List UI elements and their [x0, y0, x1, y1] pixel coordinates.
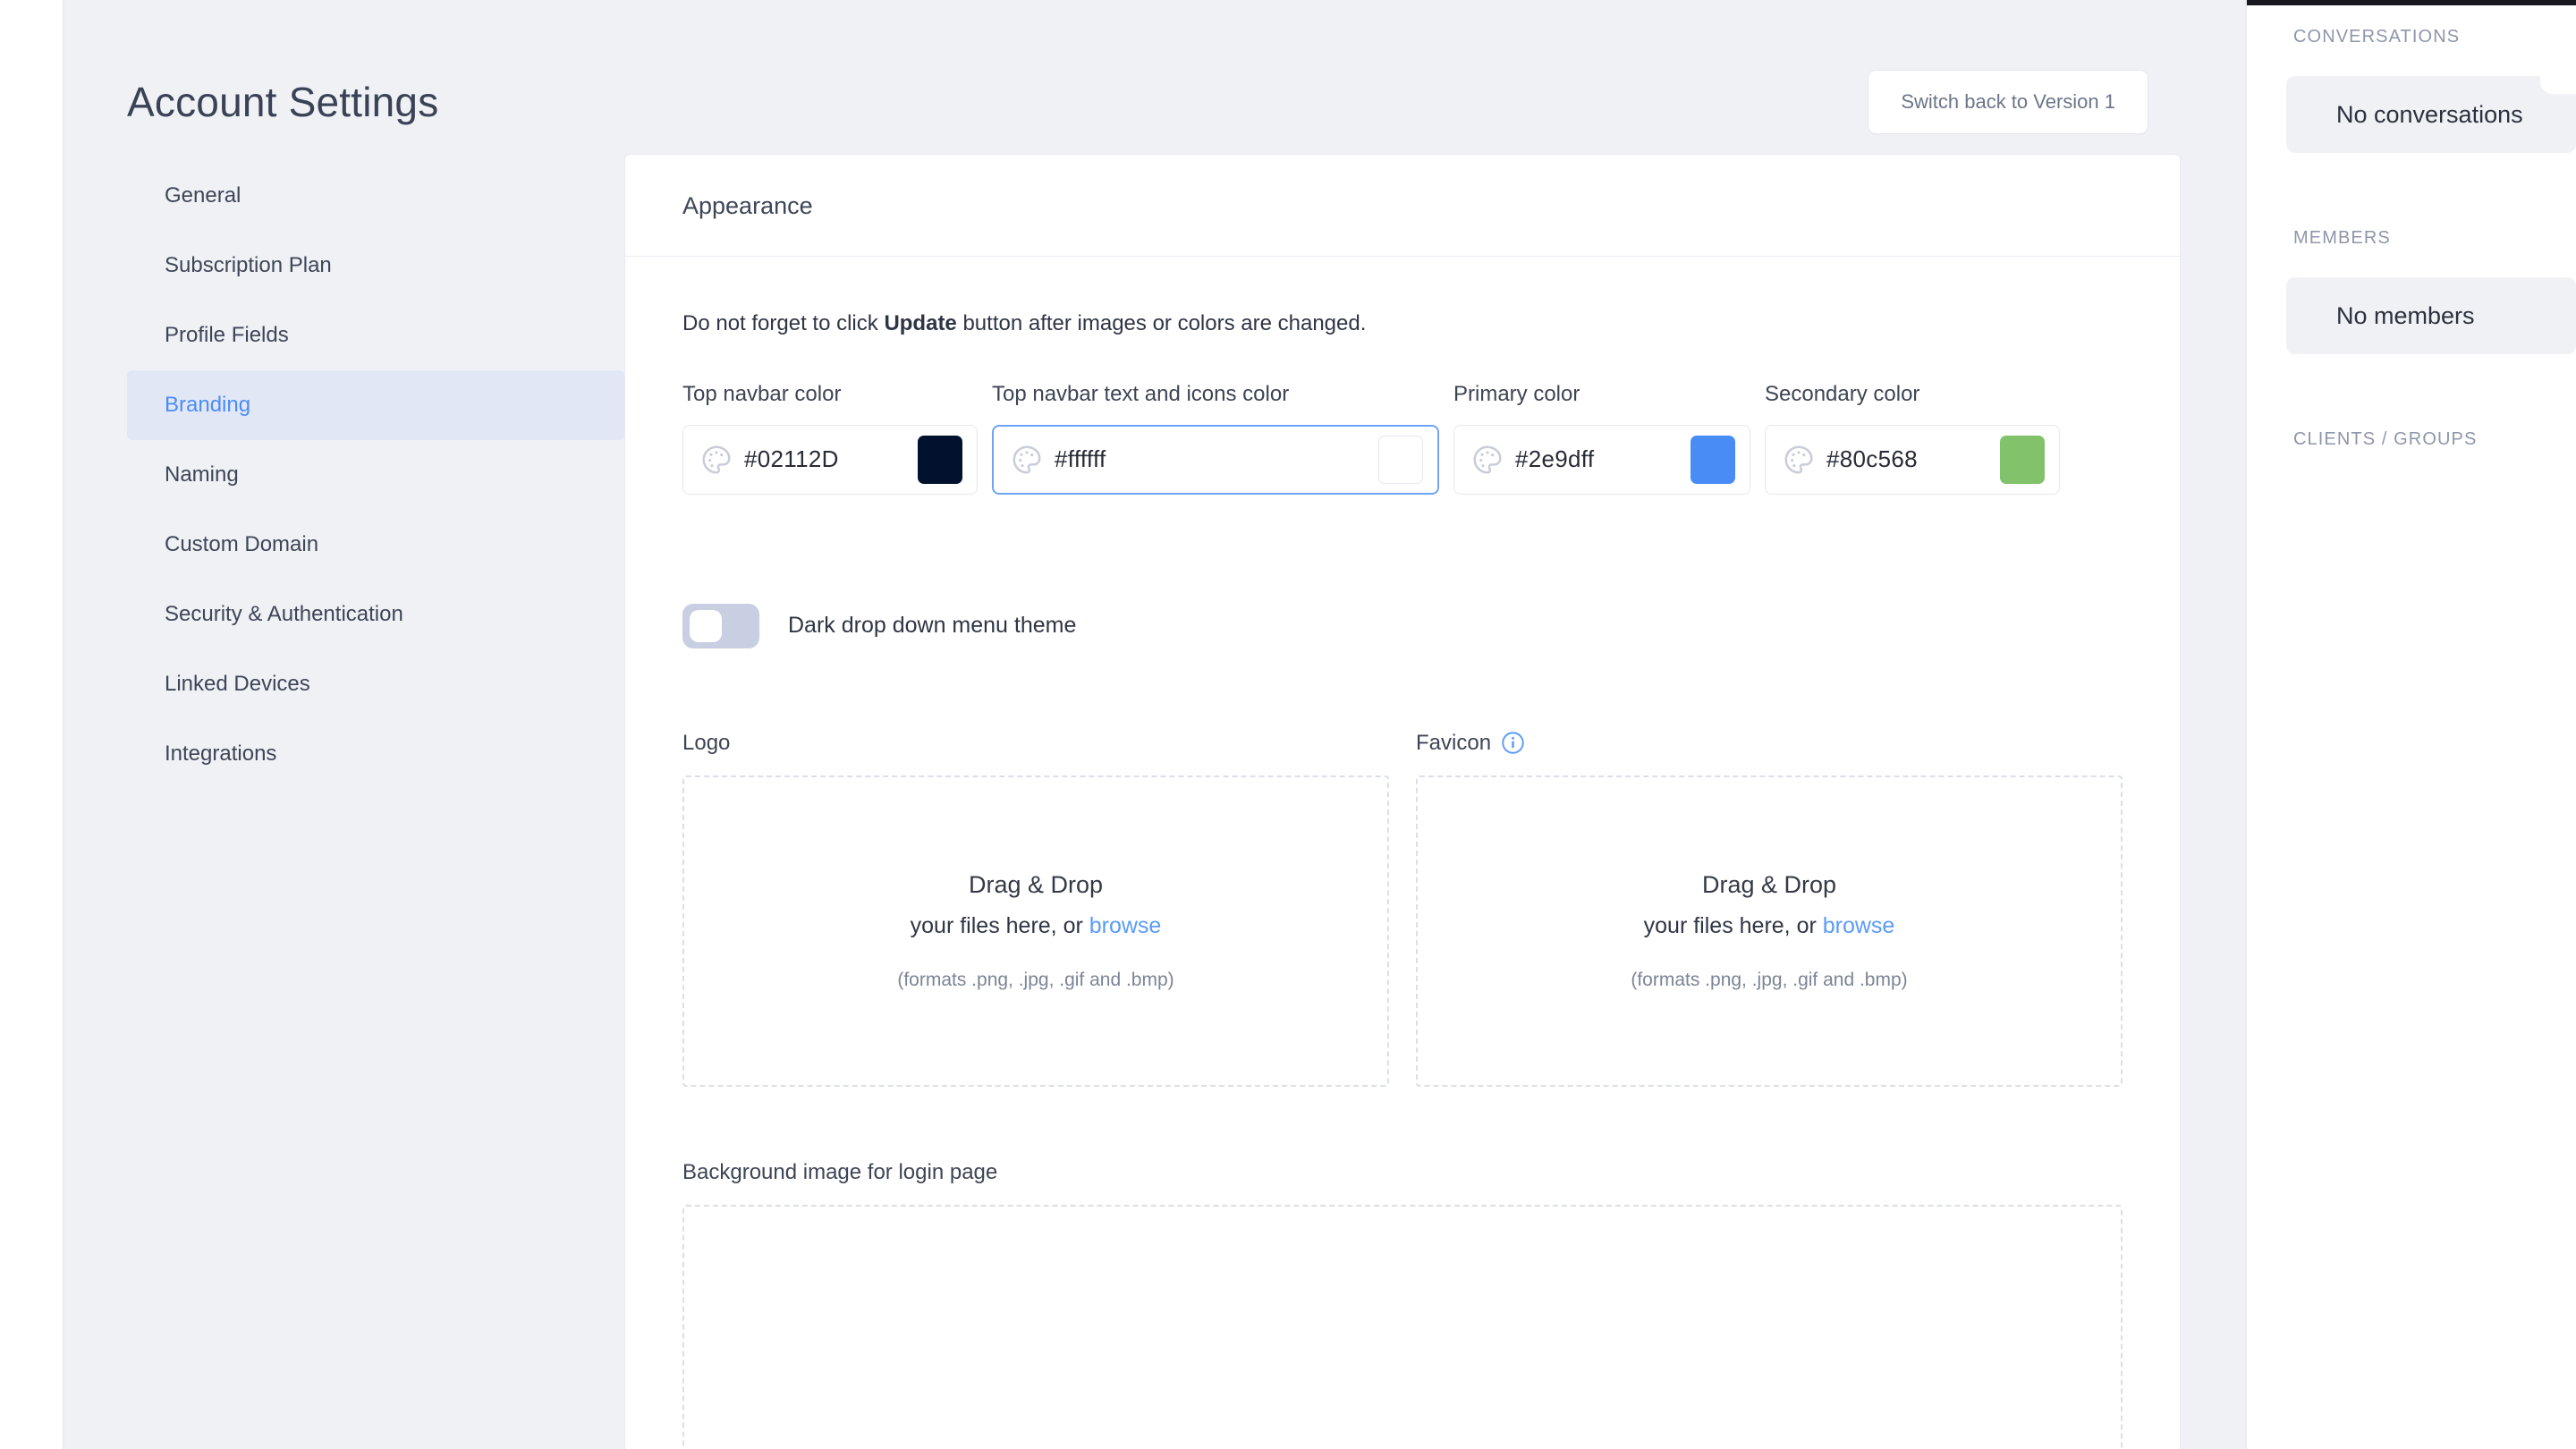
color-field-primary: Primary color #2e9dff [1453, 382, 1750, 495]
dark-dropdown-theme-toggle[interactable] [682, 603, 759, 648]
page-header: Account Settings Switch back to Version … [64, 0, 2245, 134]
color-label-top-navbar: Top navbar color [682, 381, 842, 406]
login-background-dropzone[interactable] [682, 1204, 2123, 1449]
color-value-top-navbar[interactable]: #02112D [744, 445, 907, 473]
sidebar-item-linked-devices[interactable]: Linked Devices [127, 649, 624, 719]
dropzone-subline: your files here, or browse [1643, 912, 1895, 938]
logo-browse-link[interactable]: browse [1089, 913, 1162, 938]
color-field-navbar-text: Top navbar text and icons color #ffffff [992, 382, 1439, 495]
sidebar-item-custom-domain[interactable]: Custom Domain [127, 510, 624, 580]
conversations-empty-row[interactable]: No conversations [2286, 76, 2576, 153]
sidebar-item-integrations[interactable]: Integrations [127, 719, 624, 789]
update-keyword: Update [884, 311, 957, 335]
switch-back-to-version-1-button[interactable]: Switch back to Version 1 [1868, 70, 2148, 134]
color-swatch-primary[interactable] [1690, 435, 1735, 484]
clients-groups-section-label: CLIENTS / GROUPS [2293, 429, 2478, 449]
info-icon[interactable] [1501, 731, 1525, 755]
color-label-primary: Primary color [1453, 381, 1580, 406]
color-field-secondary: Secondary color #80c568 [1765, 382, 2060, 495]
dropzone-formats: (formats .png, .jpg, .gif and .bmp) [1631, 969, 1908, 990]
appearance-title: Appearance [682, 192, 813, 219]
color-swatch-top-navbar[interactable] [918, 435, 962, 484]
page-title: Account Settings [127, 79, 439, 125]
color-input-primary[interactable]: #2e9dff [1453, 424, 1750, 495]
dark-dropdown-theme-label: Dark drop down menu theme [788, 613, 1077, 639]
row-corner-notch [2540, 76, 2576, 94]
settings-body: General Subscription Plan Profile Fields… [64, 154, 2245, 1449]
appearance-card-body: Do not forget to click Update button aft… [625, 257, 2180, 1449]
color-input-secondary[interactable]: #80c568 [1765, 424, 2060, 495]
logo-dropzone[interactable]: Drag & Drop your files here, or browse (… [682, 775, 1389, 1087]
right-sidebar: CONVERSATIONS No conversations MEMBERS N… [2245, 0, 2576, 1449]
color-fields-row: Top navbar color #02112D Top navbar text… [682, 382, 2123, 495]
sidebar-item-subscription-plan[interactable]: Subscription Plan [127, 231, 624, 301]
favicon-browse-link[interactable]: browse [1823, 913, 1895, 938]
sidebar-item-profile-fields[interactable]: Profile Fields [127, 301, 624, 370]
sidebar-item-general[interactable]: General [127, 161, 624, 231]
dropzone-headline: Drag & Drop [1701, 870, 1837, 898]
sidebar-item-security-authentication[interactable]: Security & Authentication [127, 580, 624, 649]
uploads-row: Logo Drag & Drop your files here, or bro… [682, 731, 2123, 1087]
dropzone-subline: your files here, or browse [910, 912, 1162, 938]
color-label-navbar-text: Top navbar text and icons color [992, 381, 1290, 406]
favicon-upload-block: Favicon Drag & Drop your files here, or … [1416, 731, 2123, 1087]
settings-nav: General Subscription Plan Profile Fields… [64, 154, 624, 789]
members-section-label: MEMBERS [2293, 228, 2391, 248]
dropzone-headline: Drag & Drop [968, 870, 1104, 898]
toggle-knob [690, 609, 722, 642]
favicon-label: Favicon [1416, 731, 2123, 756]
color-label-secondary: Secondary color [1765, 381, 1920, 406]
color-value-secondary[interactable]: #80c568 [1826, 445, 1989, 473]
logo-label: Logo [682, 730, 731, 755]
login-background-label: Background image for login page [682, 1159, 998, 1184]
appearance-card: Appearance Do not forget to click Update… [624, 154, 2181, 1449]
dark-dropdown-theme-row: Dark drop down menu theme [682, 603, 2123, 648]
dropzone-formats: (formats .png, .jpg, .gif and .bmp) [897, 969, 1174, 990]
sidebar-item-naming[interactable]: Naming [127, 440, 624, 510]
app-window: Account Settings Switch back to Version … [0, 0, 2576, 1449]
logo-upload-block: Logo Drag & Drop your files here, or bro… [682, 731, 1389, 1087]
members-empty-row[interactable]: No members [2286, 277, 2576, 354]
color-value-primary[interactable]: #2e9dff [1515, 445, 1680, 473]
color-value-navbar-text[interactable]: #ffffff [1055, 445, 1368, 473]
palette-icon [699, 443, 733, 477]
conversations-section-label: CONVERSATIONS [2293, 27, 2461, 47]
color-swatch-navbar-text[interactable] [1378, 435, 1423, 484]
color-field-top-navbar: Top navbar color #02112D [682, 382, 978, 495]
account-settings-region: Account Settings Switch back to Version … [64, 0, 2245, 1449]
appearance-card-header: Appearance [625, 155, 2180, 257]
members-empty-text: No members [2336, 301, 2475, 329]
left-gutter [0, 0, 64, 1449]
color-swatch-secondary[interactable] [2000, 435, 2045, 484]
palette-icon [1782, 443, 1816, 477]
conversations-empty-text: No conversations [2336, 100, 2523, 128]
update-reminder-text: Do not forget to click Update button aft… [682, 311, 1367, 335]
sidebar-item-branding[interactable]: Branding [127, 370, 624, 440]
palette-icon [1470, 443, 1504, 477]
palette-icon [1010, 443, 1044, 477]
color-input-navbar-text[interactable]: #ffffff [992, 424, 1439, 495]
login-background-block: Background image for login page [682, 1160, 2123, 1449]
color-input-top-navbar[interactable]: #02112D [682, 424, 978, 495]
favicon-dropzone[interactable]: Drag & Drop your files here, or browse (… [1416, 775, 2123, 1087]
